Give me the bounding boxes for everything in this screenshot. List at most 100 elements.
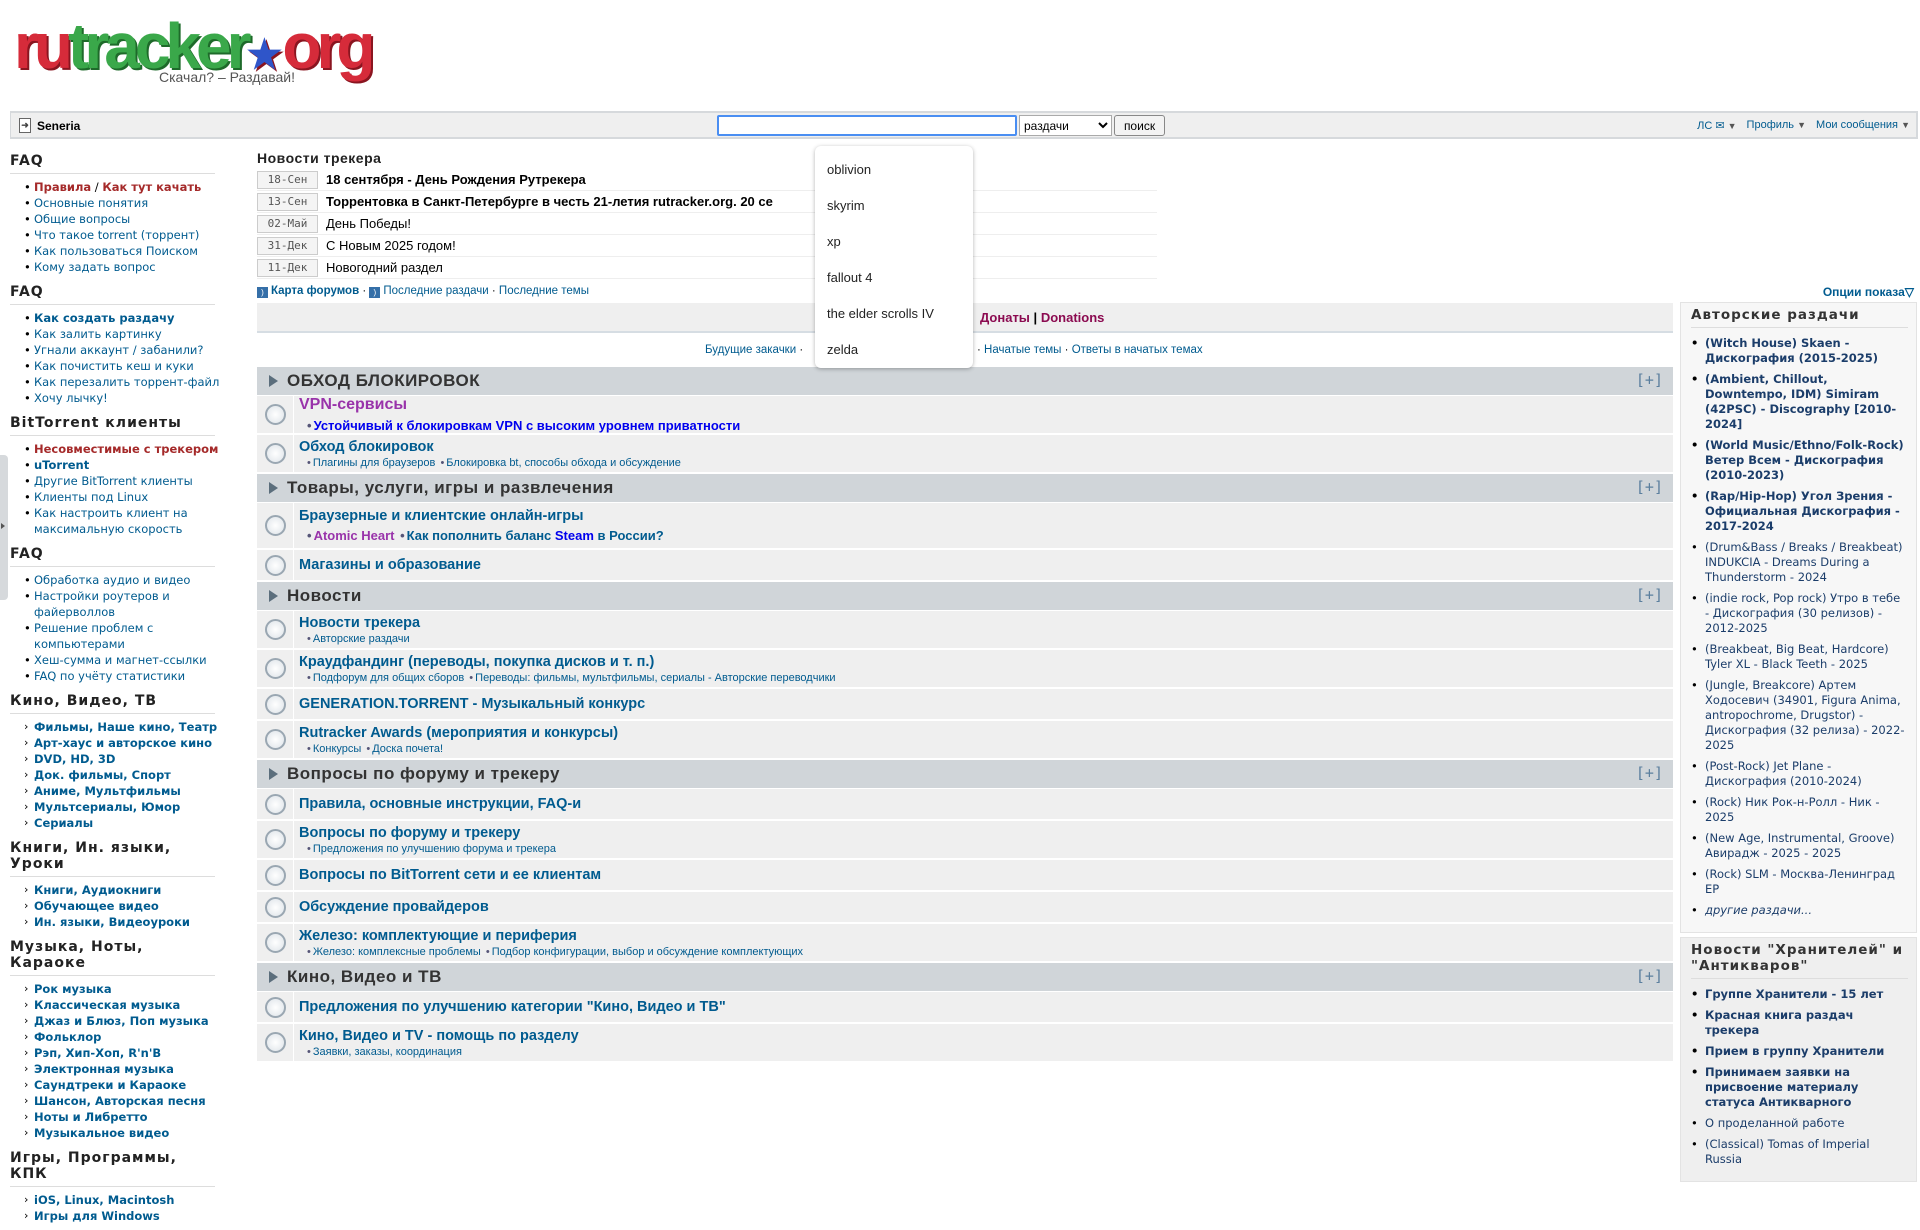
subforum-link[interactable]: Предложения по улучшению форума и трекер…	[313, 843, 556, 855]
release-link[interactable]: (Breakbeat, Big Beat, Hardcore) Tyler XL…	[1705, 642, 1889, 671]
expand-toggle[interactable]: [+]	[1636, 371, 1663, 389]
forum-title-link[interactable]: Кино, Видео и TV - помощь по разделу	[299, 1028, 579, 1044]
release-link[interactable]: другие раздачи...	[1705, 903, 1812, 917]
sidebar-link[interactable]: Ин. языки, Видеоуроки	[34, 915, 190, 929]
release-link[interactable]: (New Age, Instrumental, Groove) Авирадж …	[1705, 831, 1894, 860]
search-button[interactable]: поиск	[1114, 115, 1165, 136]
release-link[interactable]: Принимаем заявки на присвоение материалу…	[1705, 1065, 1858, 1109]
category-title[interactable]: Кино, Видео и ТВ	[287, 967, 442, 987]
sidebar-link[interactable]: Арт-хаус и авторское кино	[34, 736, 212, 750]
latest-releases-link[interactable]: Последние раздачи	[383, 285, 488, 297]
sidebar-link[interactable]: Обработка аудио и видео	[34, 573, 190, 587]
expand-toggle[interactable]: [+]	[1636, 478, 1663, 496]
sidebar-link[interactable]: uTorrent	[34, 458, 89, 472]
sidebar-link[interactable]: Хеш-сумма и магнет-ссылки	[34, 653, 207, 667]
latest-topics-link[interactable]: Последние темы	[499, 285, 589, 297]
release-link[interactable]: (Rock) SLM - Москва-Ленинград EP	[1705, 867, 1895, 896]
my-messages-menu[interactable]: Мои сообщения ▼	[1816, 119, 1910, 132]
sidebar-link[interactable]: Джаз и Блюз, Поп музыка	[34, 1014, 209, 1028]
forum-title-link[interactable]: GENERATION.TORRENT - Музыкальный конкурс	[299, 696, 645, 712]
autocomplete-option[interactable]: oblivion	[815, 152, 973, 188]
autocomplete-option[interactable]: skyrim	[815, 188, 973, 224]
sidebar-toggle-handle[interactable]	[0, 455, 8, 600]
pm-menu[interactable]: ЛС ✉ ▼	[1697, 119, 1736, 132]
sidebar-link[interactable]: Как пользоваться Поиском	[34, 244, 198, 258]
sidebar-link[interactable]: Ноты и Либретто	[34, 1110, 148, 1124]
sidebar-link[interactable]: Мультсериалы, Юмор	[34, 800, 180, 814]
release-link[interactable]: (Ambient, Chillout, Downtempo, IDM) Simi…	[1705, 372, 1896, 431]
subforum-link-tail[interactable]: в России?	[594, 528, 664, 543]
search-input[interactable]	[717, 115, 1017, 136]
donations-link[interactable]: Donations	[1041, 310, 1105, 325]
release-link[interactable]: (Rap/Hip-Hop) Угол Зрения - Официальная …	[1705, 489, 1900, 533]
sidebar-link[interactable]: Обучающее видео	[34, 899, 159, 913]
forum-title-link[interactable]: VPN-сервисы	[299, 396, 740, 414]
sidebar-link[interactable]: Настройки роутеров и файерволлов	[34, 589, 170, 619]
started-topics-link[interactable]: Начатые темы	[984, 344, 1061, 356]
release-link[interactable]: О проделанной работе	[1705, 1116, 1844, 1130]
future-downloads-link[interactable]: Будущие закачки	[705, 344, 796, 356]
sidebar-link[interactable]: Общие вопросы	[34, 212, 130, 226]
sidebar-link[interactable]: Что такое torrent (торрент)	[34, 228, 199, 242]
expand-triangle-icon[interactable]	[269, 482, 278, 494]
sidebar-link[interactable]: Сериалы	[34, 816, 93, 830]
forum-map-link[interactable]: Карта форумов	[271, 285, 359, 297]
subforum-link[interactable]: Подфорум для общих сборов	[313, 672, 464, 684]
forum-title-link[interactable]: Вопросы по форуму и трекеру	[299, 825, 556, 841]
sidebar-link[interactable]: Рок музыка	[34, 982, 112, 996]
forum-title-link[interactable]: Обход блокировок	[299, 439, 681, 455]
release-link[interactable]: Красная книга раздач трекера	[1705, 1008, 1854, 1037]
sidebar-link[interactable]: Клиенты под Linux	[34, 490, 148, 504]
sidebar-link[interactable]: Фольклор	[34, 1030, 101, 1044]
autocomplete-option[interactable]: fallout 4	[815, 260, 973, 296]
sidebar-link[interactable]: Электронная музыка	[34, 1062, 174, 1076]
sidebar-link[interactable]: Игры для Windows	[34, 1209, 160, 1223]
sidebar-link[interactable]: Классическая музыка	[34, 998, 180, 1012]
subforum-link[interactable]: Плагины для браузеров	[313, 457, 436, 469]
category-title[interactable]: Товары, услуги, игры и развлечения	[287, 478, 614, 498]
logout-icon[interactable]: ➜	[19, 118, 31, 133]
sidebar-link[interactable]: Правила	[34, 180, 91, 194]
expand-triangle-icon[interactable]	[269, 971, 278, 983]
sidebar-link[interactable]: FAQ по учёту статистики	[34, 669, 185, 683]
subforum-link[interactable]: Как пополнить баланс	[407, 528, 555, 543]
sidebar-link[interactable]: Саундтреки и Караоке	[34, 1078, 186, 1092]
sidebar-link[interactable]: Основные понятия	[34, 196, 148, 210]
sidebar-link[interactable]: Рэп, Хип-Хоп, R'n'B	[34, 1046, 161, 1060]
forum-title-link[interactable]: Железо: комплектующие и периферия	[299, 928, 803, 944]
sidebar-link[interactable]: Как почистить кеш и куки	[34, 359, 194, 373]
forum-title-link[interactable]: Обсуждение провайдеров	[299, 899, 489, 915]
category-header[interactable]: Вопросы по форуму и трекеру [+]	[257, 760, 1673, 789]
subforum-link[interactable]: Авторские раздачи	[313, 633, 410, 645]
subforum-link-steam[interactable]: Steam	[555, 528, 594, 543]
release-link[interactable]: (World Music/Ethno/Folk-Rock) Ветер Всем…	[1705, 438, 1904, 482]
category-title[interactable]: Новости	[287, 586, 362, 606]
sidebar-link[interactable]: iOS, Linux, Macintosh	[34, 1193, 174, 1207]
release-link[interactable]: (Rock) Ник Рок-н-Ролл - Ник - 2025	[1705, 795, 1880, 824]
sidebar-link[interactable]: Кому задать вопрос	[34, 260, 156, 274]
subforum-link[interactable]: Atomic Heart	[314, 528, 395, 543]
subforum-link[interactable]: Заявки, заказы, координация	[313, 1046, 462, 1058]
expand-toggle[interactable]: [+]	[1636, 764, 1663, 782]
sidebar-link[interactable]: Аниме, Мультфильмы	[34, 784, 181, 798]
news-link[interactable]: День Победы!	[326, 216, 411, 231]
sidebar-link[interactable]: Док. фильмы, Спорт	[34, 768, 171, 782]
replies-link[interactable]: Ответы в начатых темах	[1072, 344, 1203, 356]
display-options-link[interactable]: Опции показа▽	[1823, 285, 1914, 299]
subforum-link[interactable]: Подбор конфигурации, выбор и обсуждение …	[492, 946, 803, 958]
sidebar-link[interactable]: Как создать раздачу	[34, 311, 174, 325]
forum-title-link[interactable]: Новости трекера	[299, 615, 420, 631]
forum-title-link[interactable]: Браузерные и клиентские онлайн-игры	[299, 508, 664, 524]
release-link[interactable]: (Witch House) Skaen - Дискография (2015-…	[1705, 336, 1878, 365]
news-link[interactable]: С Новым 2025 годом!	[326, 238, 456, 253]
subforum-link[interactable]: Доска почета!	[372, 743, 443, 755]
sidebar-link[interactable]: Несовместимые с трекером	[34, 442, 218, 456]
sidebar-link[interactable]: Шансон, Авторская песня	[34, 1094, 206, 1108]
forum-title-link[interactable]: Вопросы по BitTorrent сети и ее клиентам	[299, 867, 601, 883]
sidebar-link[interactable]: Книги, Аудиокниги	[34, 883, 161, 897]
sidebar-link[interactable]: Угнали аккаунт / забанили?	[34, 343, 204, 357]
sidebar-link[interactable]: Фильмы, Наше кино, Театр	[34, 720, 217, 734]
sidebar-link[interactable]: Музыкальное видео	[34, 1126, 169, 1140]
sidebar-link[interactable]: Хочу лычку!	[34, 391, 108, 405]
autocomplete-option[interactable]: zelda	[815, 332, 973, 368]
